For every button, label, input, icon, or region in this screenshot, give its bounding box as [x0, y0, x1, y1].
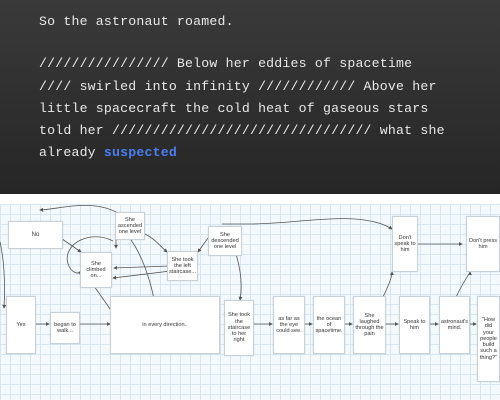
flow-node[interactable]: No [8, 221, 63, 249]
story-line: //// swirled into infinity //////////// … [39, 79, 437, 94]
flow-node[interactable]: Don't speak to him [392, 216, 418, 272]
panel-divider [0, 194, 500, 204]
flowchart-canvas[interactable]: No She climbed on... She ascended one le… [0, 204, 500, 400]
story-line-text: already [39, 145, 104, 160]
connector [235, 253, 243, 301]
flow-node[interactable]: She took the left staircase... [167, 251, 198, 281]
connector [222, 218, 393, 230]
flow-node[interactable]: in every direction.. [110, 296, 220, 354]
connector [144, 233, 168, 253]
story-text-editor[interactable]: So the astronaut roamed. ///////////////… [0, 0, 500, 194]
connector [39, 205, 117, 213]
flow-node[interactable]: astronaut's mind. [439, 296, 470, 354]
connector [113, 265, 171, 270]
flow-node[interactable]: She took the staircase to her right [224, 300, 254, 356]
highlighted-link-word[interactable]: suspected [104, 145, 177, 160]
connector [197, 237, 209, 253]
flow-node[interactable]: as far as the eye could see. [273, 296, 305, 354]
flow-node[interactable]: Yes [6, 296, 36, 354]
story-line: So the astronaut roamed. [39, 14, 234, 29]
flow-node[interactable]: She ascended one level [115, 212, 145, 240]
story-line: told her ///////////////////////////////… [39, 123, 445, 138]
story-line-last: already suspected [39, 145, 177, 160]
story-line: little spacecraft the cold heat of gaseo… [39, 101, 429, 116]
flow-node[interactable]: Speak to him [399, 296, 430, 354]
flow-node[interactable]: She descended one level [208, 226, 242, 256]
story-line: //////////////// Below her eddies of spa… [39, 56, 413, 71]
connector [0, 241, 7, 309]
flow-node[interactable]: "How did your people build such a thing?… [477, 296, 500, 382]
flow-node[interactable]: began to walk... [50, 312, 80, 344]
flow-node[interactable]: She laughed through the pain [353, 296, 386, 354]
flow-node[interactable]: Don't press him [466, 216, 500, 272]
flow-node[interactable]: She climbed on... [80, 252, 112, 288]
flow-node[interactable]: the ocean of spacetime. [313, 296, 345, 354]
